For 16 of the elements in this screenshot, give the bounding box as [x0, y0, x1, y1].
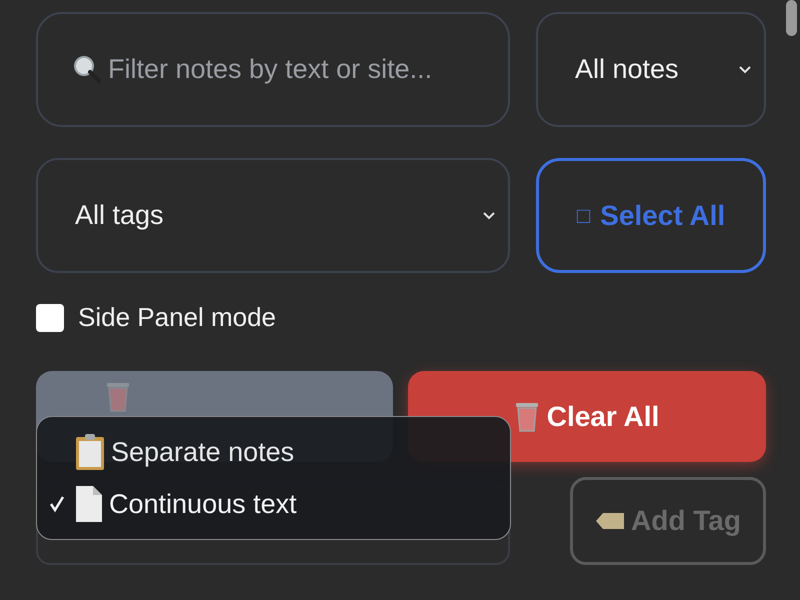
checkbox-label: Side Panel mode — [78, 302, 276, 333]
clipboard-icon — [75, 433, 105, 471]
notes-filter-select[interactable]: All notes — [536, 12, 766, 127]
tag-icon — [595, 511, 626, 531]
chevron-down-icon — [738, 64, 752, 74]
trash-icon — [514, 402, 539, 432]
search-field[interactable]: Filter notes by text or site... — [36, 12, 510, 127]
document-icon — [75, 485, 103, 523]
trash-icon — [106, 382, 130, 412]
checkmark-icon — [49, 495, 65, 513]
chevron-down-icon — [482, 210, 496, 220]
menu-item[interactable]: Continuous text — [49, 480, 498, 528]
search-icon — [72, 54, 102, 84]
side-panel-checkbox[interactable] — [36, 304, 64, 332]
tags-filter-select[interactable]: All tags — [36, 158, 510, 273]
scrollbar-thumb[interactable] — [786, 0, 797, 36]
